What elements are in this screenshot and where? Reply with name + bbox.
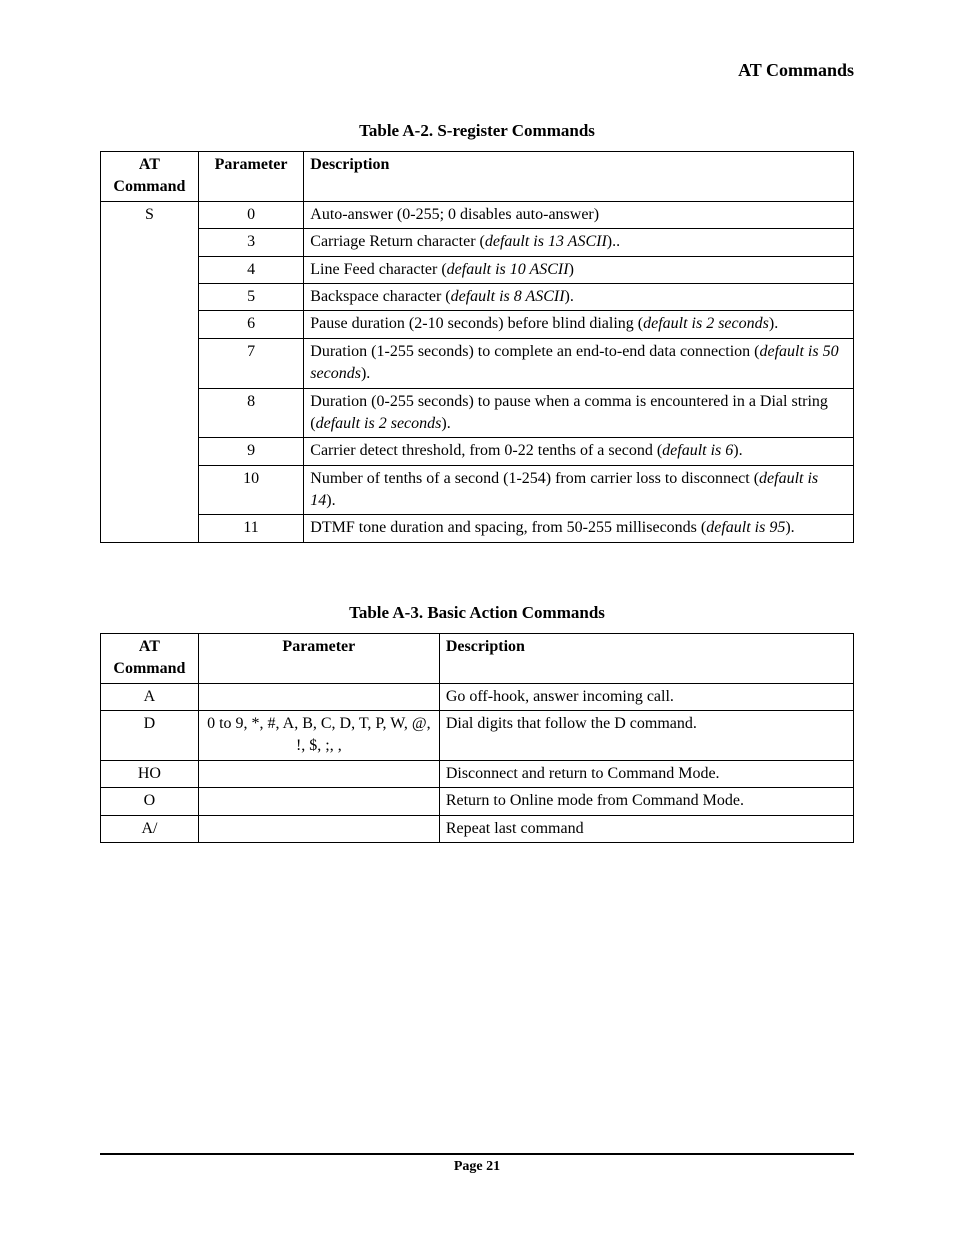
cell-desc: Repeat last command	[439, 815, 853, 842]
table-row: D 0 to 9, *, #, A, B, C, D, T, P, W, @, …	[101, 711, 854, 761]
cell-desc: Return to Online mode from Command Mode.	[439, 788, 853, 815]
cell-param: 11	[198, 515, 303, 542]
cell-cmd-empty	[101, 229, 199, 256]
page-header: AT Commands	[100, 60, 854, 81]
table-row: 8 Duration (0-255 seconds) to pause when…	[101, 388, 854, 438]
cell-cmd: D	[101, 711, 199, 761]
cell-param	[198, 760, 439, 787]
cell-param: 8	[198, 388, 303, 438]
table-row: 11 DTMF tone duration and spacing, from …	[101, 515, 854, 542]
cell-cmd: O	[101, 788, 199, 815]
table-a2: AT Command Parameter Description S 0 Aut…	[100, 151, 854, 543]
cell-param: 0	[198, 201, 303, 228]
cell-cmd-empty	[101, 438, 199, 465]
th-desc: Description	[439, 633, 853, 683]
cell-cmd: A	[101, 683, 199, 710]
cell-param: 7	[198, 338, 303, 388]
cell-desc: Duration (0-255 seconds) to pause when a…	[304, 388, 854, 438]
cell-param: 0 to 9, *, #, A, B, C, D, T, P, W, @, !,…	[198, 711, 439, 761]
cell-desc: Duration (1-255 seconds) to complete an …	[304, 338, 854, 388]
cell-desc: Carriage Return character (default is 13…	[304, 229, 854, 256]
cell-param: 10	[198, 465, 303, 515]
cell-param	[198, 788, 439, 815]
table-a2-caption: Table A-2. S-register Commands	[100, 121, 854, 141]
cell-cmd-empty	[101, 283, 199, 310]
cell-desc: Disconnect and return to Command Mode.	[439, 760, 853, 787]
table-row: A Go off-hook, answer incoming call.	[101, 683, 854, 710]
th-cmd: AT Command	[101, 152, 199, 202]
cell-desc: Pause duration (2-10 seconds) before bli…	[304, 311, 854, 338]
cell-desc: Carrier detect threshold, from 0-22 tent…	[304, 438, 854, 465]
table-row: A/ Repeat last command	[101, 815, 854, 842]
table-row: 6 Pause duration (2-10 seconds) before b…	[101, 311, 854, 338]
cell-cmd-empty	[101, 388, 199, 438]
cell-cmd: S	[101, 201, 199, 228]
cell-cmd: A/	[101, 815, 199, 842]
cell-param: 3	[198, 229, 303, 256]
table-row: 5 Backspace character (default is 8 ASCI…	[101, 283, 854, 310]
page: AT Commands Table A-2. S-register Comman…	[0, 0, 954, 843]
cell-desc: Number of tenths of a second (1-254) fro…	[304, 465, 854, 515]
cell-param	[198, 683, 439, 710]
cell-cmd-empty	[101, 465, 199, 515]
cell-desc: Backspace character (default is 8 ASCII)…	[304, 283, 854, 310]
table-row: O Return to Online mode from Command Mod…	[101, 788, 854, 815]
cell-desc: Line Feed character (default is 10 ASCII…	[304, 256, 854, 283]
table-row: 4 Line Feed character (default is 10 ASC…	[101, 256, 854, 283]
th-desc: Description	[304, 152, 854, 202]
cell-cmd: HO	[101, 760, 199, 787]
th-param: Parameter	[198, 633, 439, 683]
table-a3-header-row: AT Command Parameter Description	[101, 633, 854, 683]
cell-desc: Auto-answer (0-255; 0 disables auto-answ…	[304, 201, 854, 228]
cell-param: 6	[198, 311, 303, 338]
table-row: S 0 Auto-answer (0-255; 0 disables auto-…	[101, 201, 854, 228]
table-row: 9 Carrier detect threshold, from 0-22 te…	[101, 438, 854, 465]
table-row: 7 Duration (1-255 seconds) to complete a…	[101, 338, 854, 388]
table-row: 10 Number of tenths of a second (1-254) …	[101, 465, 854, 515]
th-param: Parameter	[198, 152, 303, 202]
page-number: Page 21	[100, 1159, 854, 1175]
cell-cmd-empty	[101, 256, 199, 283]
table-row: 3 Carriage Return character (default is …	[101, 229, 854, 256]
cell-cmd-empty	[101, 311, 199, 338]
cell-desc: DTMF tone duration and spacing, from 50-…	[304, 515, 854, 542]
table-row: HO Disconnect and return to Command Mode…	[101, 760, 854, 787]
table-a3: AT Command Parameter Description A Go of…	[100, 633, 854, 843]
cell-param: 5	[198, 283, 303, 310]
cell-param	[198, 815, 439, 842]
table-a2-header-row: AT Command Parameter Description	[101, 152, 854, 202]
cell-cmd-empty	[101, 515, 199, 542]
cell-desc: Dial digits that follow the D command.	[439, 711, 853, 761]
cell-cmd-empty	[101, 338, 199, 388]
table-a3-caption: Table A-3. Basic Action Commands	[100, 603, 854, 623]
cell-desc: Go off-hook, answer incoming call.	[439, 683, 853, 710]
cell-param: 9	[198, 438, 303, 465]
page-footer: Page 21	[100, 1153, 854, 1175]
footer-divider	[100, 1153, 854, 1155]
cell-param: 4	[198, 256, 303, 283]
th-cmd: AT Command	[101, 633, 199, 683]
